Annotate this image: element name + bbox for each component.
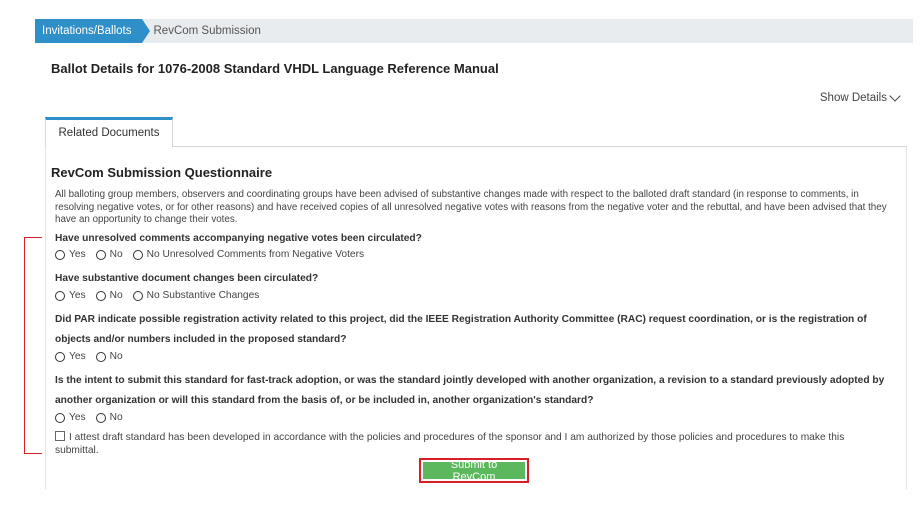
radio-icon[interactable] [55,412,65,423]
radio-icon[interactable] [55,351,65,362]
breadcrumb-invitations-ballots[interactable]: Invitations/Ballots [35,19,149,43]
q4-option-no[interactable]: No [95,412,123,423]
q3-option-no[interactable]: No [95,351,123,362]
q2-option-no[interactable]: No [95,290,123,301]
q1-option-yes[interactable]: Yes [55,249,86,260]
radio-icon[interactable] [132,290,143,301]
question-3: Did PAR indicate possible registration a… [55,314,867,345]
radio-icon[interactable] [132,249,143,260]
show-details-toggle[interactable]: Show Details [819,90,901,104]
breadcrumb: Invitations/Ballots RevCom Submission [35,19,913,43]
attestation-checkbox[interactable] [55,431,65,441]
question-3-options: Yes No [55,351,133,362]
q2-option-yes[interactable]: Yes [55,290,86,301]
tab-bar: Related Documents [45,117,907,147]
tab-related-documents[interactable]: Related Documents [45,117,173,147]
radio-icon[interactable] [95,351,106,362]
question-1-options: Yes No No Unresolved Comments from Negat… [55,249,374,260]
attestation-text: I attest draft standard has been develop… [55,432,845,456]
breadcrumb-revcom-submission: RevCom Submission [153,25,261,37]
radio-icon[interactable] [95,249,106,260]
chevron-down-icon [889,90,901,102]
questionnaire-title: RevCom Submission Questionnaire [51,165,273,180]
submit-to-revcom-button[interactable]: Submit to RevCom [423,459,525,483]
q1-option-no[interactable]: No [95,249,123,260]
q3-option-yes[interactable]: Yes [55,351,86,362]
q1-option-none[interactable]: No Unresolved Comments from Negative Vot… [132,249,364,260]
question-2: Have substantive document changes been c… [55,273,319,284]
q2-option-none[interactable]: No Substantive Changes [132,290,259,301]
radio-icon[interactable] [55,290,65,301]
attestation: I attest draft standard has been develop… [55,431,885,457]
radio-icon[interactable] [95,290,106,301]
question-2-options: Yes No No Substantive Changes [55,290,269,301]
question-4-options: Yes No [55,412,133,423]
submit-highlight: Submit to RevCom [419,458,529,483]
question-1: Have unresolved comments accompanying ne… [55,233,422,244]
q4-option-yes[interactable]: Yes [55,412,86,423]
annotation-bracket [24,237,42,454]
page-title: Ballot Details for 1076-2008 Standard VH… [51,61,499,76]
show-details-label: Show Details [819,92,887,104]
radio-icon[interactable] [95,412,106,423]
questionnaire-intro: All balloting group members, observers a… [55,189,887,226]
question-4: Is the intent to submit this standard fo… [55,375,885,406]
radio-icon[interactable] [55,249,65,260]
